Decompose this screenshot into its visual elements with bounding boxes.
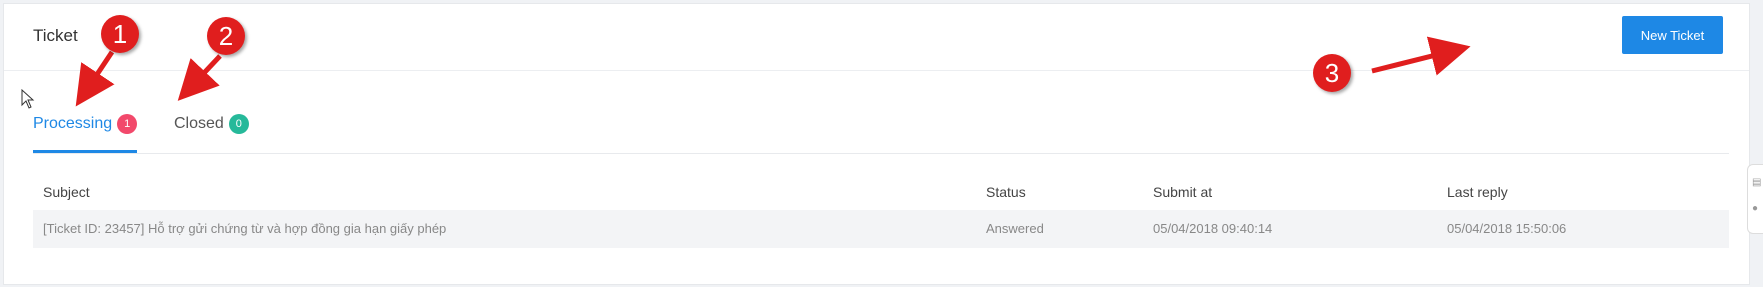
- chat-icon: ●: [1752, 203, 1759, 214]
- arrow-3: [1371, 36, 1471, 76]
- arrow-1: [75, 50, 115, 107]
- annotation-marker-1: 1: [101, 15, 139, 53]
- arrow-2: [177, 54, 222, 101]
- document-icon: ▤: [1752, 177, 1762, 188]
- annotation-arrows: [75, 36, 1471, 107]
- annotation-marker-3: 3: [1313, 54, 1351, 92]
- annotation-marker-2: 2: [207, 17, 245, 55]
- side-widget[interactable]: ▤ ●: [1747, 164, 1763, 234]
